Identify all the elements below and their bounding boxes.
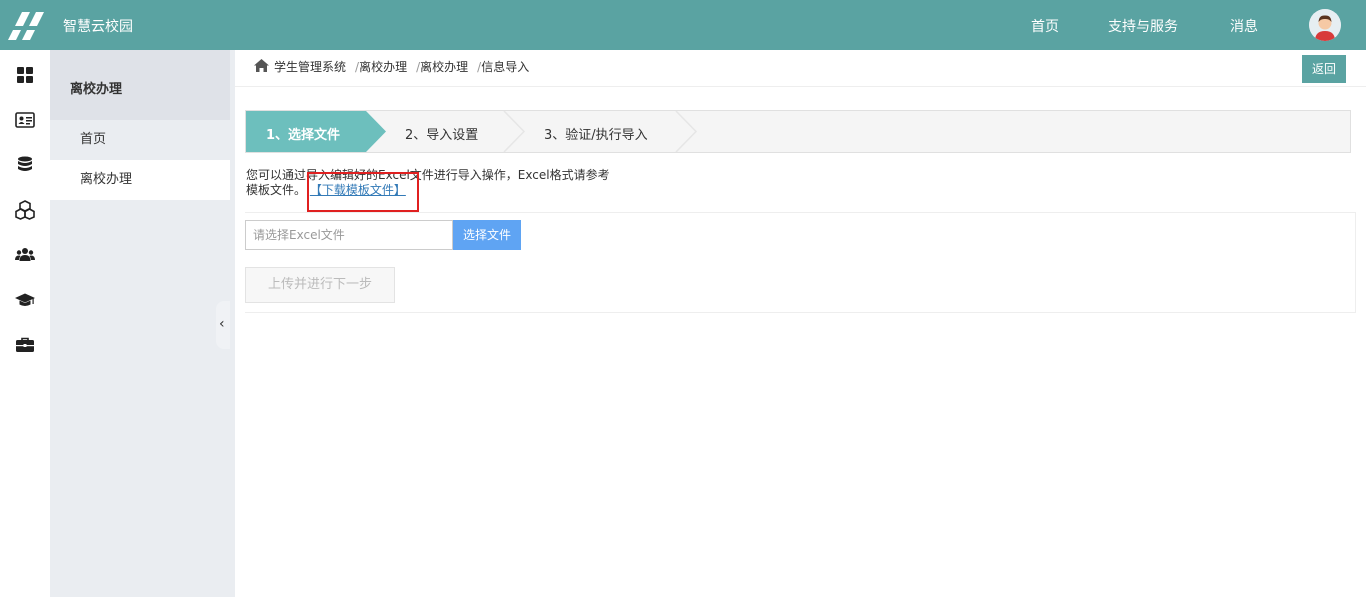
nav-home[interactable]: 首页 — [1031, 16, 1059, 36]
app-title: 智慧云校园 — [63, 19, 133, 35]
back-button[interactable]: 返回 — [1302, 55, 1346, 83]
sidebar-item-leave-processing[interactable]: 离校办理 — [50, 160, 230, 200]
cubes-icon[interactable] — [15, 200, 35, 220]
home-icon — [254, 59, 269, 72]
breadcrumb-current: 信息导入 — [481, 60, 530, 74]
section-border — [1355, 212, 1356, 312]
user-avatar[interactable] — [1309, 9, 1341, 41]
briefcase-icon[interactable] — [15, 335, 35, 355]
breadcrumb-item[interactable]: 离校办理 — [420, 60, 468, 74]
upload-next-button[interactable]: 上传并进行下一步 — [245, 267, 395, 303]
breadcrumb-item[interactable]: 学生管理系统 — [274, 60, 346, 74]
hint-line2: 模板文件。 — [246, 183, 307, 197]
user-avatar-icon — [1309, 9, 1341, 41]
nav-support-services[interactable]: 支持与服务 — [1108, 16, 1178, 36]
excel-file-input[interactable] — [245, 220, 453, 250]
step-validate-execute: 3、验证/执行导入 — [544, 128, 648, 143]
section-divider — [245, 212, 1356, 213]
chevron-left-icon: ‹ — [219, 316, 225, 332]
sidebar-item-home[interactable]: 首页 — [50, 120, 230, 160]
breadcrumb: 学生管理系统/离校办理/离校办理/信息导入 — [254, 58, 529, 78]
sidebar-divider — [230, 50, 235, 597]
breadcrumb-item[interactable]: 离校办理 — [359, 60, 407, 74]
graduation-cap-icon[interactable] — [15, 290, 35, 310]
users-icon[interactable] — [15, 245, 35, 265]
hint-line1: 您可以通过导入编辑好的Excel文件进行导入操作，Excel格式请参考 — [246, 168, 610, 182]
sidebar-collapse-toggle[interactable]: ‹ — [216, 301, 230, 349]
id-card-icon[interactable] — [15, 110, 35, 130]
import-steps: 1、选择文件 2、导入设置 3、验证/执行导入 — [245, 110, 1351, 153]
sidebar: 离校办理 首页 离校办理 — [50, 50, 230, 597]
download-template-link[interactable]: 【下载模板文件】 — [310, 183, 406, 197]
nav-messages[interactable]: 消息 — [1230, 16, 1258, 36]
top-navbar: 智慧云校园 首页 支持与服务 消息 — [0, 0, 1366, 50]
sidebar-header: 离校办理 — [50, 50, 230, 120]
step-select-file: 1、选择文件 — [266, 128, 341, 143]
step-import-settings: 2、导入设置 — [405, 128, 479, 143]
app-logo-icon — [8, 12, 44, 40]
dashboard-icon[interactable] — [15, 65, 35, 85]
icon-rail — [0, 50, 50, 597]
choose-file-button[interactable]: 选择文件 — [453, 220, 521, 250]
section-divider-bottom — [245, 312, 1356, 313]
breadcrumb-divider — [235, 86, 1366, 87]
database-icon[interactable] — [15, 155, 35, 175]
sidebar-title: 离校办理 — [70, 82, 123, 97]
import-hint: 您可以通过导入编辑好的Excel文件进行导入操作，Excel格式请参考 模板文件… — [246, 168, 610, 198]
